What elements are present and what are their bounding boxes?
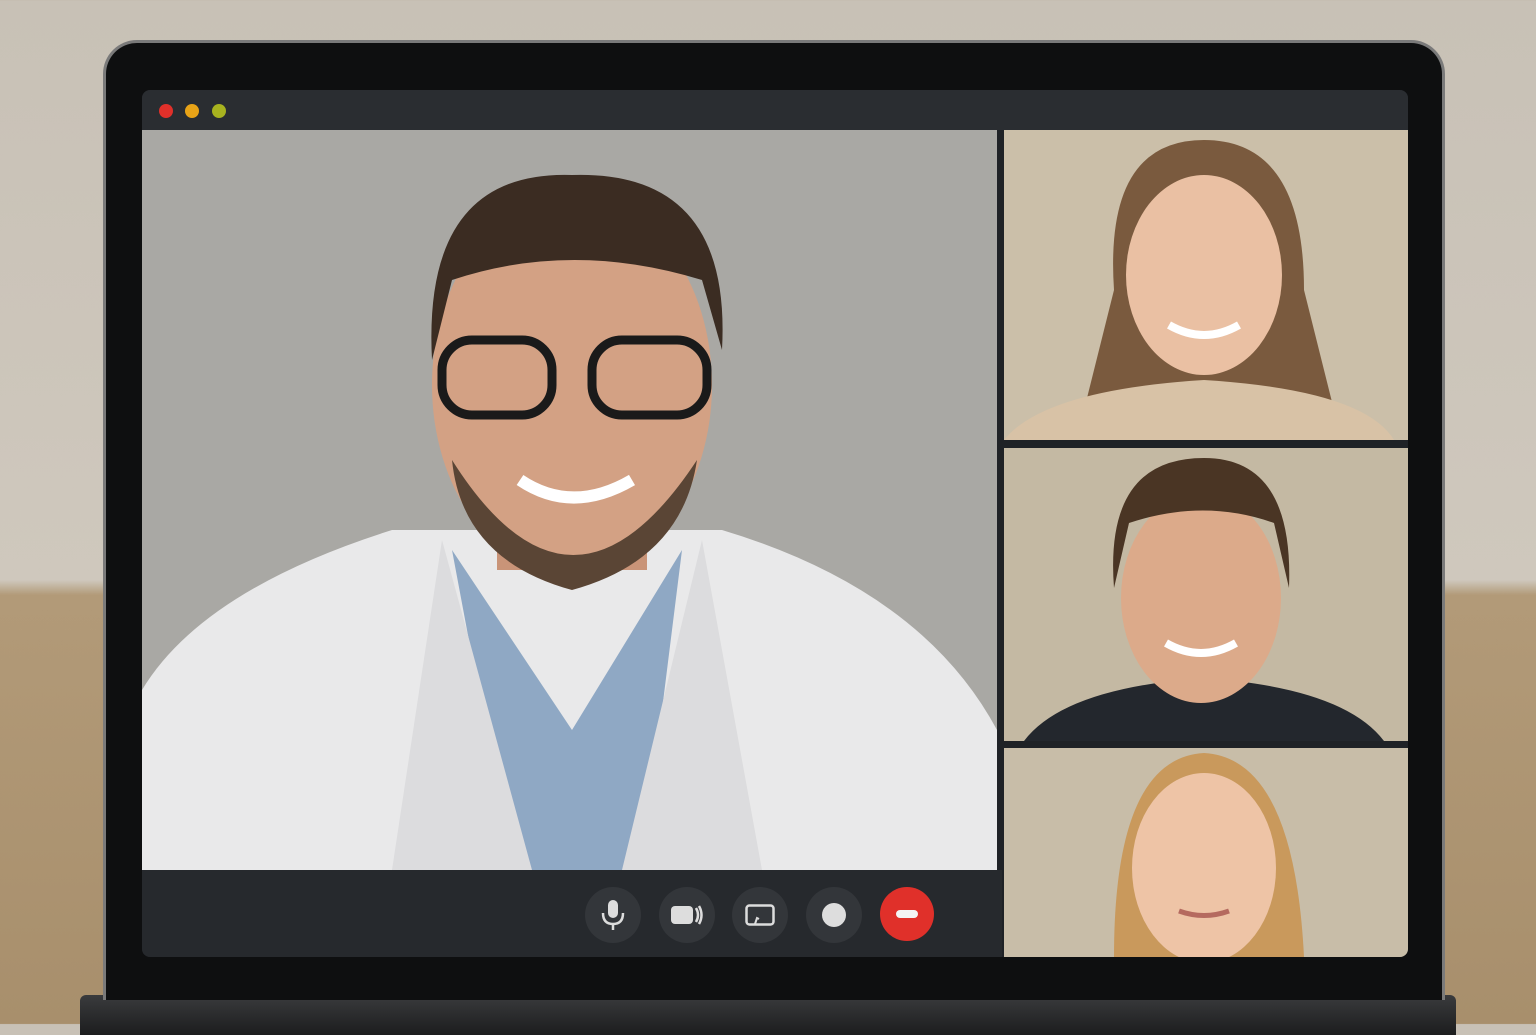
laptop-base: [80, 995, 1456, 1035]
close-window-button[interactable]: [159, 104, 173, 118]
participant-tile-1[interactable]: [1004, 130, 1408, 440]
screen-share-icon: [745, 904, 775, 926]
doctor-video: [142, 130, 997, 870]
participant-tile-3[interactable]: [1004, 748, 1408, 957]
participant-woman-1-video: [1004, 130, 1408, 440]
microphone-icon: [601, 900, 625, 930]
record-icon: [822, 903, 846, 927]
end-call-button[interactable]: [880, 887, 934, 941]
screen-share-button[interactable]: [732, 887, 788, 943]
camera-button[interactable]: [659, 887, 715, 943]
call-controls-bar: [142, 870, 1002, 957]
participant-woman-3-video: [1004, 748, 1408, 957]
main-video-tile[interactable]: [142, 130, 997, 870]
video-call-window: [142, 90, 1408, 957]
record-button[interactable]: [806, 887, 862, 943]
end-call-icon: [896, 910, 918, 918]
participant-man-2-video: [1004, 448, 1408, 741]
maximize-window-button[interactable]: [212, 104, 226, 118]
minimize-window-button[interactable]: [185, 104, 199, 118]
title-bar: [142, 90, 1408, 130]
participant-tile-2[interactable]: [1004, 448, 1408, 741]
camera-icon: [671, 905, 703, 925]
microphone-button[interactable]: [585, 887, 641, 943]
